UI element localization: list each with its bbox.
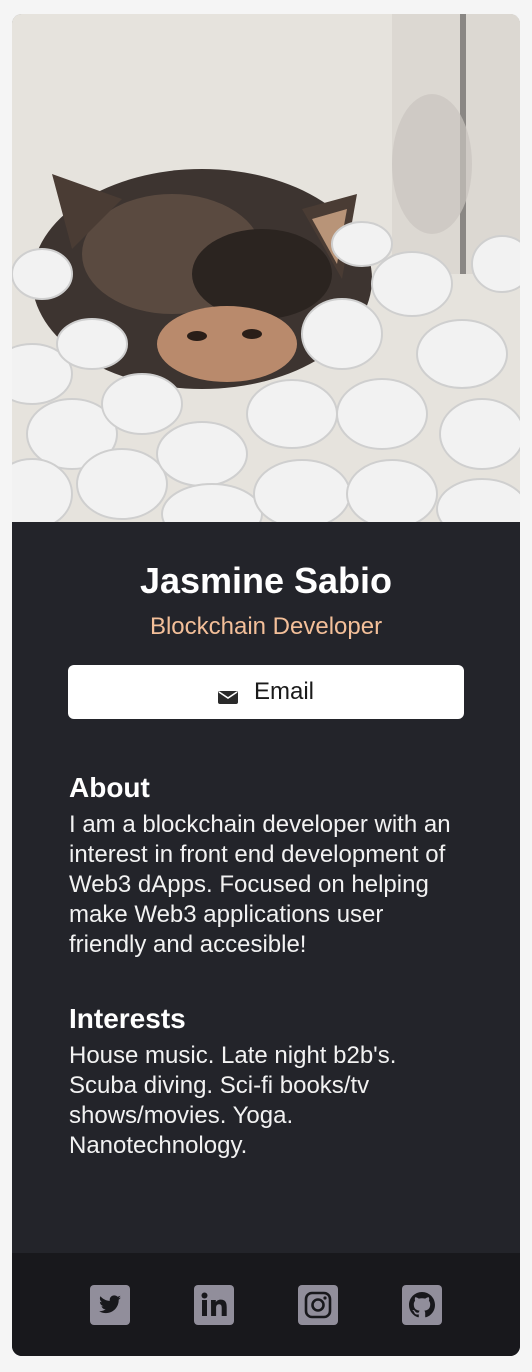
email-button-label: Email	[253, 678, 314, 705]
profile-info: Jasmine Sabio Blockchain Developer Email	[12, 522, 520, 719]
profile-photo	[12, 14, 520, 522]
mail-icon	[217, 684, 238, 704]
social-footer	[12, 1253, 520, 1356]
linkedin-link[interactable]	[194, 1284, 234, 1325]
profile-title: Blockchain Developer	[149, 613, 383, 640]
twitter-link[interactable]	[90, 1284, 130, 1325]
interests-section: Interests House music. Late night b2b's.…	[12, 1002, 520, 1161]
instagram-link[interactable]	[298, 1284, 338, 1325]
github-icon	[402, 1284, 442, 1325]
about-section: About I am a blockchain developer with a…	[12, 771, 520, 960]
email-button[interactable]: Email	[68, 665, 464, 719]
interests-heading: Interests	[69, 1003, 186, 1034]
github-link[interactable]	[402, 1284, 442, 1325]
profile-card: Jasmine Sabio Blockchain Developer Email…	[12, 14, 520, 1356]
instagram-icon	[298, 1284, 338, 1325]
linkedin-icon	[194, 1284, 234, 1325]
twitter-icon	[90, 1284, 130, 1325]
interests-text: House music. Late night b2b's. Scuba div…	[69, 1042, 397, 1159]
about-text: I am a blockchain developer with an inte…	[69, 811, 451, 958]
social-links	[90, 1284, 442, 1325]
about-heading: About	[69, 772, 150, 803]
profile-name: Jasmine Sabio	[139, 560, 393, 601]
